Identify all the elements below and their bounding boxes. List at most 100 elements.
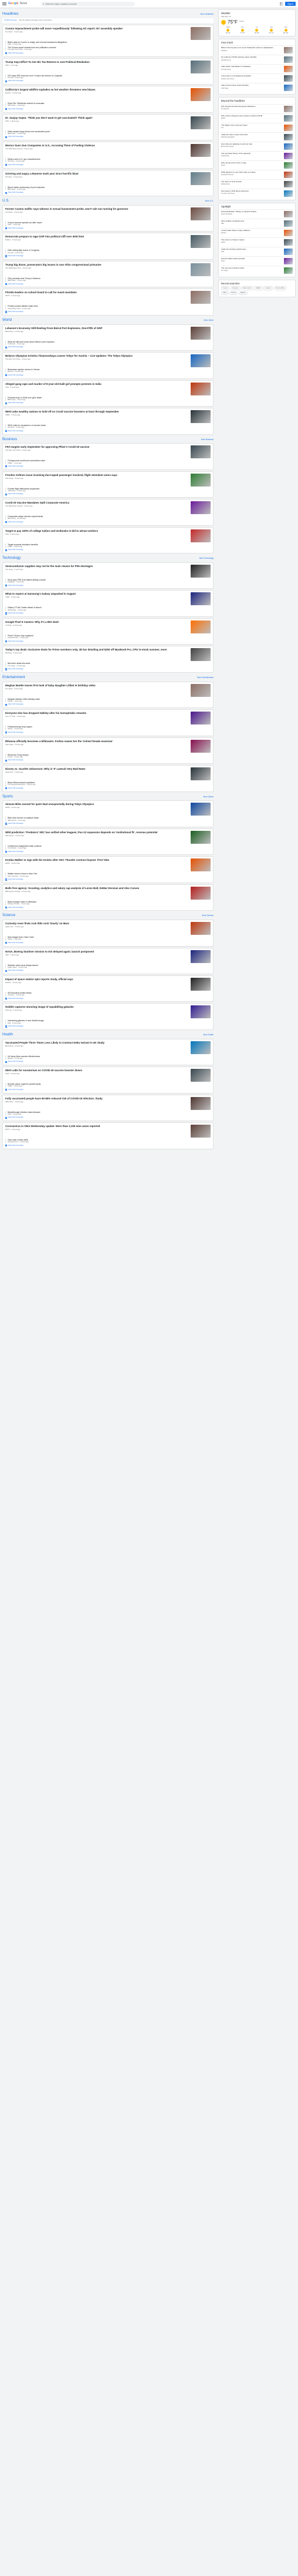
sidebar-story-title[interactable]: How cities are adapting to extreme heat [221,143,283,146]
story-title[interactable]: Target to pay 100% of college tuition an… [5,529,188,533]
sidebar-thumbnail[interactable] [284,180,293,187]
story-title[interactable]: Cuomo impeachment probe will move 'exped… [5,27,188,31]
story-title[interactable]: Google Pixel 6 Camera: Why it's a BIG de… [5,620,188,624]
sidebar-story-title[interactable]: No evidence COVID vaccines cause inferti… [221,56,283,59]
story-thumbnail[interactable] [191,445,211,459]
story-thumbnail[interactable] [191,1125,211,1138]
sidebar-story-title[interactable]: Why remote work is here to stay [221,162,283,165]
sidebar-story-title[interactable]: Simone Biles comeback story [221,220,283,223]
full-coverage-link[interactable]: View Full Coverage [5,1116,211,1119]
full-coverage-link[interactable]: View Full Coverage [5,1061,211,1063]
full-coverage-link[interactable]: View Full Coverage [5,192,211,194]
sidebar-story-title[interactable]: The science of sleep in space [221,239,283,242]
full-coverage-link[interactable]: View Full Coverage [5,1144,211,1147]
full-coverage-link[interactable]: View Full Coverage [5,80,211,82]
story-thumbnail[interactable] [191,291,211,304]
search-chip[interactable]: Simone Biles [273,286,287,291]
story-title[interactable]: Dr. Sanjay Gupta: 'Think you don't want … [5,116,188,120]
section-title[interactable]: World [2,318,12,323]
sidebar-story[interactable]: The return of vinyl records Rolling Stone [221,179,293,189]
sidebar-story-title[interactable]: Inside the housing market boom [221,248,283,251]
section-title[interactable]: Sports [2,794,13,799]
sidebar-story-title[interactable]: Grand Dedication: Sitting on Olympic Pod… [221,210,283,213]
story-title[interactable]: Democrats prepare to rage GOP into polit… [5,235,188,239]
sidebar-thumbnail[interactable] [284,190,293,197]
covid-banner[interactable]: COVID-19 news: See the latest coverage of… [2,18,214,23]
sidebar-story-title[interactable]: What happens to your brain when you slee… [221,171,283,174]
story-thumbnail[interactable] [191,739,211,753]
sidebar-thumbnail[interactable] [284,162,293,169]
sidebar-story[interactable]: A look inside Tokyo's empty stadiums Reut… [221,227,293,237]
sidebar-thumbnail[interactable] [284,105,293,112]
sidebar-thumbnail[interactable] [284,239,293,246]
full-coverage-link[interactable]: View Full Coverage [5,493,211,495]
section-title[interactable]: Business [2,437,17,442]
story-thumbnail[interactable] [191,144,211,157]
sidebar-thumbnail[interactable] [284,220,293,227]
more-link[interactable]: More Health [204,1034,214,1036]
full-coverage-link[interactable]: View Full Coverage [5,759,211,762]
sidebar-story[interactable]: How the Delta variant spreads STAT [221,256,293,266]
sidebar-story-title[interactable]: The hidden cost of summer travel [221,124,283,127]
story-title[interactable]: Belarus Olympian Kristina Timanovskaya L… [5,354,188,358]
story-thumbnail[interactable] [191,922,211,935]
sidebar-story[interactable]: New ways to think about retirement The Ne… [221,188,293,198]
full-coverage-link[interactable]: View Full Coverage [5,52,211,55]
sidebar-thumbnail[interactable] [284,124,293,131]
full-coverage-link[interactable]: View Full Coverage [5,1088,211,1091]
search-chip[interactable]: Cuomo [221,286,230,291]
sidebar-story-title[interactable]: Claim about mail ballots is misleading [221,66,283,68]
story-thumbnail[interactable] [191,410,211,424]
sidebar-story-title[interactable]: A look inside Tokyo's empty stadiums [221,229,283,232]
section-title[interactable]: Science [2,913,15,918]
story-title[interactable]: Alleged gang rape and murder of 9-year-o… [5,383,188,386]
full-coverage-link[interactable]: View Full Coverage [5,787,211,790]
story-thumbnail[interactable] [191,950,211,963]
story-thumbnail[interactable] [191,977,211,991]
sidebar-thumbnail[interactable] [284,152,293,159]
sidebar-thumbnail[interactable] [284,143,293,150]
more-link[interactable]: More World [204,319,214,321]
sidebar-story-title[interactable]: The surprising history of the paperclip [221,152,283,155]
sidebar-story-title[interactable]: Video doesn't show recent flooding [221,85,283,87]
story-thumbnail[interactable] [191,1069,211,1082]
full-coverage-link[interactable]: View Full Coverage [5,731,211,734]
story-thumbnail[interactable] [191,858,211,872]
more-link[interactable]: More Science [202,914,214,917]
sidebar-story[interactable]: The science of sleep in space NASA [221,237,293,247]
sidebar-story[interactable]: Trump was not reinstated as president Reu… [221,73,293,83]
story-thumbnail[interactable] [191,354,211,368]
full-coverage-link[interactable]: View Full Coverage [5,969,211,972]
section-title[interactable]: U.S. [2,199,9,203]
story-thumbnail[interactable] [191,830,211,844]
full-coverage-link[interactable]: View Full Coverage [5,465,211,468]
sidebar-story[interactable]: Grand Dedication: Sitting on Olympic Pod… [221,209,293,219]
story-title[interactable]: Vaccinated People Three Times Less Likel… [5,1041,188,1045]
story-title[interactable]: Disney vs. Scarlett Johansson: Why is 'I… [5,767,188,771]
story-title[interactable]: Florida leaders on school board to call … [5,291,188,294]
story-title[interactable]: Simone Biles earned for quiet dual unexp… [5,803,188,806]
section-title[interactable]: Entertainment [2,675,25,680]
story-thumbnail[interactable] [191,1041,211,1054]
full-coverage-link[interactable]: View Full Coverage [5,612,211,615]
sidebar-story-title[interactable]: New ways to think about retirement [221,190,283,193]
sidebar-thumbnail[interactable] [284,257,293,264]
sidebar-story-title[interactable]: Why People Like Running Super Marathons [221,105,283,108]
more-link[interactable]: More Sports [204,796,214,798]
search-chip[interactable]: Wildfire [254,286,263,291]
sidebar-thumbnail[interactable] [284,210,293,217]
menu-icon[interactable] [2,2,6,5]
story-thumbnail[interactable] [191,207,211,220]
full-coverage-link[interactable]: View Full Coverage [5,310,211,313]
search-chip[interactable]: Pfizer [221,291,229,296]
sidebar-thumbnail[interactable] [284,229,293,236]
story-title[interactable]: California's largest wildfire explodes a… [5,88,188,92]
full-coverage-link[interactable]: View Full Coverage [5,346,211,348]
sidebar-thumbnail[interactable] [284,66,293,73]
story-thumbnail[interactable] [191,263,211,276]
story-title[interactable]: Trump big donor, prosecutors big issues … [5,263,188,267]
section-title[interactable]: Health [2,1032,13,1037]
full-coverage-link[interactable]: View Full Coverage [5,584,211,587]
story-title[interactable]: Rihanna officially becomes a billionaire… [5,740,188,743]
search-chip[interactable]: Lebanon [263,286,273,291]
